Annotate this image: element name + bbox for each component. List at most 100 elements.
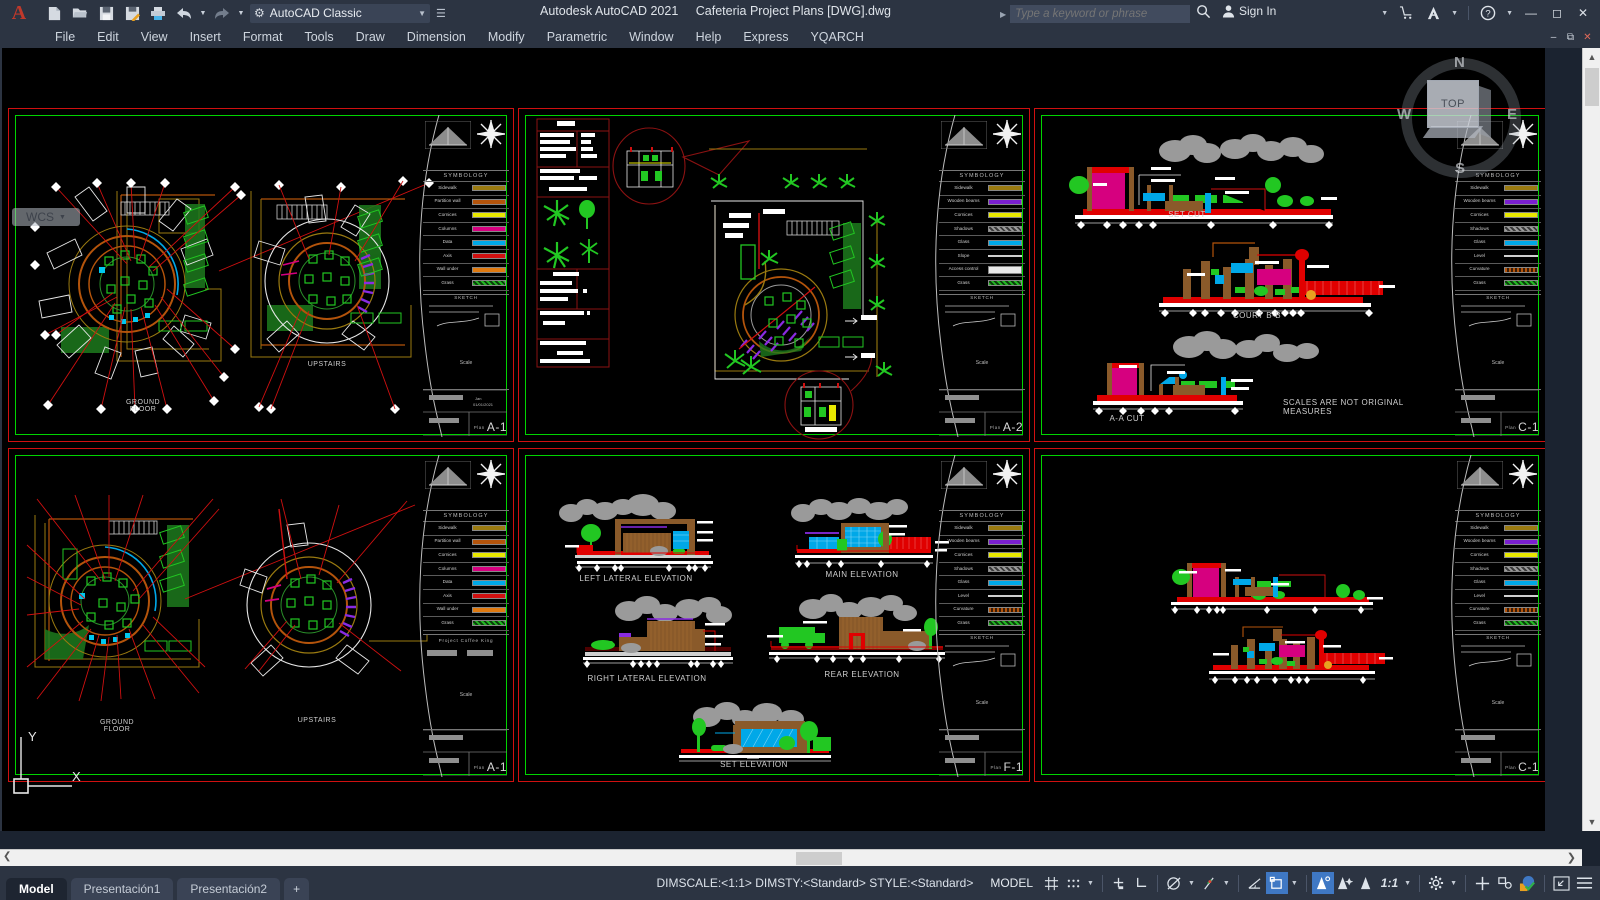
minimize-button[interactable]: — xyxy=(1518,0,1544,26)
customization-menu-icon[interactable] xyxy=(1573,872,1596,894)
vertical-scroll-thumb[interactable] xyxy=(1585,68,1599,106)
redo-icon[interactable] xyxy=(210,1,234,25)
plot-icon[interactable] xyxy=(146,1,170,25)
menu-modify[interactable]: Modify xyxy=(477,28,536,46)
symbology-swatch xyxy=(1504,620,1538,626)
scroll-up-button[interactable]: ▲ xyxy=(1583,48,1600,66)
sheet-top-left[interactable]: GROUND FLOOR UPSTAIRS SYM xyxy=(8,108,514,442)
menu-file[interactable]: File xyxy=(44,28,86,46)
chevron-down-icon[interactable]: ▼ xyxy=(59,214,66,221)
compass-east-label[interactable]: E xyxy=(1507,106,1517,123)
save-icon[interactable] xyxy=(94,1,118,25)
symbology-row: Cornices xyxy=(939,549,1025,563)
sheet-bottom-middle[interactable]: LEFT LATERAL ELEVATION MAIN ELEVATION RI… xyxy=(518,448,1030,782)
dynamic-ucs-toggle[interactable] xyxy=(1312,872,1334,894)
symbology-label: Cornices xyxy=(1455,213,1504,218)
menu-insert[interactable]: Insert xyxy=(179,28,232,46)
menu-edit[interactable]: Edit xyxy=(86,28,130,46)
layout-tab-presentacion1[interactable]: Presentación1 xyxy=(71,878,174,900)
menu-yqarch[interactable]: YQARCH xyxy=(799,28,874,46)
autodesk-store-icon[interactable] xyxy=(1394,1,1418,25)
workspace-switching-icon[interactable] xyxy=(1425,872,1447,894)
layout-tab-presentacion2[interactable]: Presentación2 xyxy=(177,878,280,900)
menu-draw[interactable]: Draw xyxy=(345,28,396,46)
doc-minimize-button[interactable]: – xyxy=(1545,27,1562,47)
compass-south-label[interactable]: S xyxy=(1455,160,1465,177)
dimension-status-text: DIMSCALE:<1:1> DIMSTY:<Standard> STYLE:<… xyxy=(657,876,974,890)
angle-constraint-icon[interactable] xyxy=(1244,872,1266,894)
ucs-selector[interactable]: WCS ▼ xyxy=(12,208,80,226)
menu-tools[interactable]: Tools xyxy=(293,28,344,46)
menu-view[interactable]: View xyxy=(130,28,179,46)
undo-icon[interactable] xyxy=(172,1,196,25)
undo-dropdown-icon[interactable]: ▼ xyxy=(198,1,208,25)
autocad-a-logo[interactable]: A xyxy=(0,0,38,26)
account-dropdown-icon[interactable]: ▼ xyxy=(1448,10,1461,17)
help-icon[interactable]: ? xyxy=(1476,1,1500,25)
document-name: Cafeteria Project Plans [DWG].dwg xyxy=(696,4,891,18)
drawing-status-icon[interactable] xyxy=(1516,872,1539,894)
polar-tracking-toggle[interactable] xyxy=(1163,872,1185,894)
view-cube[interactable]: N E S W TOP xyxy=(1401,58,1521,178)
viewcube-right-face[interactable] xyxy=(1479,86,1491,138)
doc-close-button[interactable]: ✕ xyxy=(1579,27,1596,47)
annotation-visibility-toggle[interactable] xyxy=(1334,872,1356,894)
annotation-scale-label[interactable]: 1:1 xyxy=(1378,872,1401,894)
doc-restore-button[interactable]: ⧉ xyxy=(1562,27,1579,47)
chevron-right-icon[interactable]: ▶ xyxy=(1000,10,1006,19)
signin-dropdown-icon[interactable]: ▼ xyxy=(1378,10,1391,17)
clean-screen-icon[interactable] xyxy=(1550,872,1573,894)
object-snap-tracking-toggle[interactable] xyxy=(1198,872,1220,894)
vertical-scrollbar[interactable]: ▲ ▼ xyxy=(1582,48,1600,831)
redo-dropdown-icon[interactable]: ▼ xyxy=(236,1,246,25)
save-as-icon[interactable] xyxy=(120,1,144,25)
collapse-toolbar-icon[interactable]: ❮ xyxy=(3,851,11,862)
ortho-mode-toggle[interactable] xyxy=(1130,872,1152,894)
help-dropdown-icon[interactable]: ▼ xyxy=(1503,10,1516,17)
polar-dropdown-icon[interactable]: ▼ xyxy=(1185,880,1198,887)
horizontal-scroll-thumb[interactable] xyxy=(796,852,842,865)
snap-dropdown-icon[interactable]: ▼ xyxy=(1084,880,1097,887)
grid-display-toggle[interactable] xyxy=(1040,872,1062,894)
search-input[interactable] xyxy=(1010,5,1190,23)
menu-format[interactable]: Format xyxy=(232,28,294,46)
open-file-icon[interactable] xyxy=(68,1,92,25)
autoscale-toggle[interactable] xyxy=(1356,872,1378,894)
annotation-scale-dropdown-icon[interactable]: ▼ xyxy=(1401,880,1414,887)
menu-dimension[interactable]: Dimension xyxy=(396,28,477,46)
menu-help[interactable]: Help xyxy=(685,28,733,46)
horizontal-scrollbar[interactable]: ❮ ❯ xyxy=(0,849,1582,866)
search-icon[interactable] xyxy=(1196,4,1211,24)
infer-constraints-toggle[interactable] xyxy=(1108,872,1130,894)
snap-mode-toggle[interactable] xyxy=(1062,872,1084,894)
expand-toolbar-icon[interactable]: ❯ xyxy=(1567,851,1576,864)
hardware-acceleration-icon[interactable] xyxy=(1471,872,1494,894)
sheet-top-middle[interactable]: SYMBOLOGY SidewalkWooden beamsCornicesSh… xyxy=(518,108,1030,442)
workspace-dropdown-icon[interactable]: ▼ xyxy=(1447,880,1460,887)
symbology-row: Axis xyxy=(423,250,509,264)
menu-parametric[interactable]: Parametric xyxy=(536,28,618,46)
model-space-button[interactable]: MODEL xyxy=(983,876,1040,890)
compass-west-label[interactable]: W xyxy=(1397,106,1411,123)
menu-express[interactable]: Express xyxy=(732,28,799,46)
viewcube-top-face[interactable]: TOP xyxy=(1427,80,1479,128)
osnap-tracking-dropdown-icon[interactable]: ▼ xyxy=(1220,880,1233,887)
qat-overflow-icon[interactable]: ☰ xyxy=(436,7,446,20)
workspace-selector[interactable]: ⚙ AutoCAD Classic ▼ xyxy=(250,4,430,23)
maximize-button[interactable]: ◻ xyxy=(1544,0,1570,26)
isolate-objects-icon[interactable] xyxy=(1494,872,1516,894)
drawing-canvas[interactable]: GROUND FLOOR UPSTAIRS SYM xyxy=(0,48,1545,831)
scroll-down-button[interactable]: ▼ xyxy=(1583,813,1600,831)
add-layout-button[interactable]: + xyxy=(284,878,309,900)
object-snap-toggle[interactable] xyxy=(1266,872,1288,894)
layout-tab-model[interactable]: Model xyxy=(6,878,67,900)
sign-in-button[interactable]: Sign In xyxy=(1222,4,1276,18)
osnap-dropdown-icon[interactable]: ▼ xyxy=(1288,880,1301,887)
autodesk-account-icon[interactable] xyxy=(1421,1,1445,25)
chevron-down-icon[interactable]: ▼ xyxy=(418,9,426,18)
compass-north-label[interactable]: N xyxy=(1454,54,1465,71)
new-file-icon[interactable] xyxy=(42,1,66,25)
close-button[interactable]: ✕ xyxy=(1570,0,1596,26)
menu-window[interactable]: Window xyxy=(618,28,684,46)
sheet-bottom-right[interactable]: SYMBOLOGY SidewalkWooden beamsCornicesSh… xyxy=(1034,448,1545,782)
